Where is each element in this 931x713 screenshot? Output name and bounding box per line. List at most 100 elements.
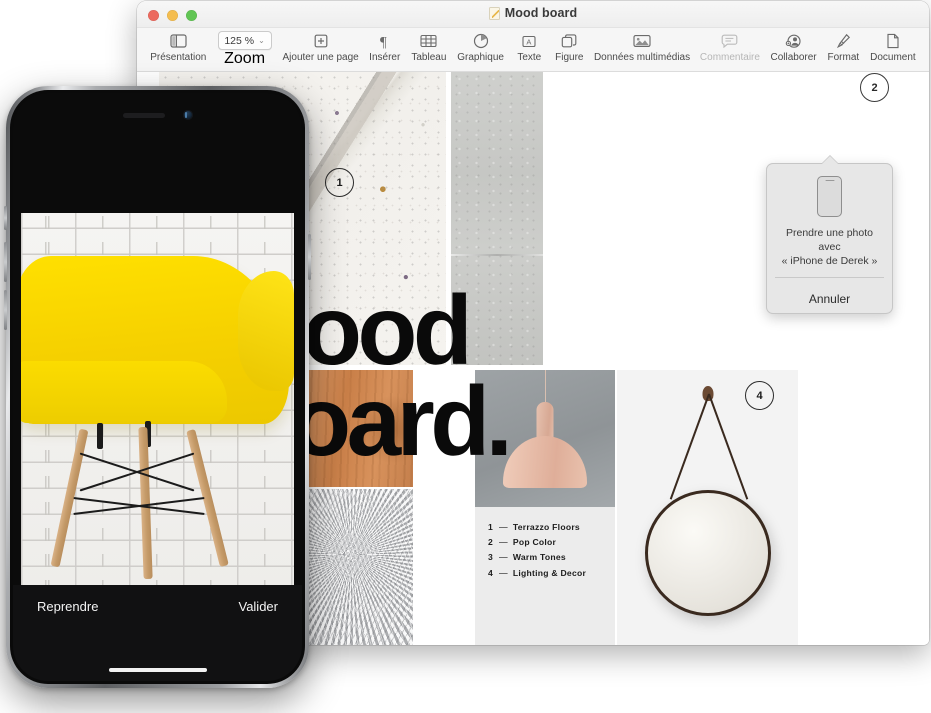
legend-item: 3 — Warm Tones	[488, 552, 586, 562]
toolbar-label-format: Format	[827, 52, 860, 63]
toolbar-item-table[interactable]: Tableau	[406, 30, 452, 63]
toolbar-item-add-page[interactable]: Ajouter une page	[278, 30, 364, 63]
speaker-grille-icon	[122, 112, 165, 118]
legend-dash: —	[499, 522, 508, 532]
screenshot-root: Mood board Présentation 125 % ⌄ Zoom Ajo…	[0, 0, 931, 713]
legend-item: 4 — Lighting & Decor	[488, 568, 586, 578]
chevron-down-icon: ⌄	[258, 35, 265, 45]
home-indicator[interactable]	[108, 667, 207, 672]
legend-dash: —	[499, 567, 508, 578]
callout-badge-2: 2	[860, 73, 889, 102]
iphone-icon	[817, 176, 842, 217]
toolbar-label-document: Document	[870, 52, 916, 63]
iphone-camera-controls: Reprendre Valider	[13, 585, 302, 681]
collaborate-person-icon	[785, 31, 802, 51]
wood-grain-photo[interactable]	[295, 370, 413, 487]
yellow-eames-chair-photo[interactable]	[21, 213, 294, 593]
mirror-strap-left	[707, 393, 748, 500]
toolbar-item-collaborate[interactable]: Collaborer	[765, 30, 822, 63]
iphone-device: Reprendre Valider	[4, 86, 311, 688]
pilcrow-icon: ¶	[378, 31, 392, 51]
lamp-legend-card[interactable]: 1 — Terrazzo Floors 2 — Pop Color 3 — Wa…	[475, 370, 615, 645]
toolbar-label-zoom: Zoom	[224, 50, 266, 67]
table-icon	[420, 31, 437, 51]
toolbar-item-media[interactable]: Données multimédias	[589, 30, 694, 63]
zoom-dropdown[interactable]: 125 % ⌄	[217, 31, 272, 50]
toolbar-label-add-page: Ajouter une page	[282, 52, 359, 63]
callout-badge-1: 1	[325, 168, 354, 197]
legend-dash: —	[499, 552, 508, 563]
legend-item: 2 — Pop Color	[488, 537, 586, 547]
svg-text:¶: ¶	[380, 35, 387, 50]
legend-number: 4	[488, 567, 494, 578]
iphone-screen[interactable]: Reprendre Valider	[13, 93, 302, 681]
legend-label: Pop Color	[512, 537, 557, 548]
zoom-value: 125 %	[224, 34, 255, 47]
popover-divider	[775, 276, 884, 278]
toolbar-label-comment: Commentaire	[699, 52, 760, 63]
legend-dash: —	[499, 537, 508, 548]
mirror-glass	[644, 490, 771, 616]
shape-icon	[561, 31, 577, 51]
comment-icon	[721, 31, 738, 51]
legend-label: Warm Tones	[512, 552, 566, 563]
round-strap-mirror-photo[interactable]	[617, 370, 798, 645]
popover-arrow	[820, 156, 839, 165]
toolbar-label-table: Tableau	[411, 52, 447, 63]
main-toolbar: Présentation 125 % ⌄ Zoom Ajouter une pa…	[137, 28, 929, 72]
window-title: Mood board	[504, 6, 578, 20]
media-image-icon	[633, 31, 651, 51]
toolbar-item-chart[interactable]: Graphique	[452, 30, 509, 63]
camera-action-row: Reprendre Valider	[13, 599, 302, 614]
confirm-button[interactable]: Valider	[238, 599, 278, 614]
callout-badge-4: 4	[745, 381, 774, 410]
concrete-wall-photo[interactable]	[451, 72, 543, 365]
chair-seat	[21, 361, 227, 423]
retake-button[interactable]: Reprendre	[37, 599, 98, 614]
window-title-group: Mood board	[137, 6, 929, 20]
iphone-mute-switch[interactable]	[4, 206, 7, 230]
toolbar-item-text[interactable]: A Texte	[509, 30, 549, 63]
legend-number: 3	[488, 552, 494, 563]
popover-message: Prendre une photo avec « iPhone de Derek…	[775, 226, 884, 269]
text-box-icon: A	[521, 31, 537, 51]
mirror-strap-right	[669, 393, 710, 500]
lamp-cord	[545, 370, 546, 404]
legend-number: 1	[488, 522, 494, 532]
grey-fur-rug-photo[interactable]	[295, 489, 413, 645]
toolbar-item-zoom[interactable]: 125 % ⌄ Zoom	[212, 30, 278, 68]
chart-pie-icon	[473, 31, 489, 51]
window-titlebar[interactable]: Mood board	[137, 1, 929, 28]
chair-wire-post	[97, 423, 103, 449]
toolbar-item-comment[interactable]: Commentaire	[695, 30, 765, 63]
toolbar-item-insert[interactable]: ¶ Insérer	[364, 30, 406, 64]
sidebar-view-icon	[170, 31, 187, 51]
toolbar-item-document[interactable]: Document	[865, 30, 921, 63]
pink-pendant-lamp-photo	[475, 370, 615, 507]
chair-armrest	[238, 271, 294, 391]
iphone-volume-down[interactable]	[4, 290, 7, 330]
legend-label: Lighting & Decor	[512, 567, 587, 578]
toolbar-label-collaborate: Collaborer	[770, 52, 817, 63]
iphone-volume-up[interactable]	[4, 242, 7, 282]
iphone-side-button[interactable]	[308, 234, 311, 280]
moodboard-legend-list: 1 — Terrazzo Floors 2 — Pop Color 3 — Wa…	[488, 522, 586, 583]
legend-number: 2	[488, 537, 494, 548]
popover-message-line-2: « iPhone de Derek »	[781, 255, 878, 268]
add-page-icon	[314, 31, 328, 51]
toolbar-item-format[interactable]: Format	[822, 30, 865, 63]
toolbar-label-insert: Insérer	[369, 52, 401, 63]
cancel-button[interactable]: Annuler	[767, 286, 892, 313]
toolbar-label-media: Données multimédias	[593, 52, 691, 63]
continuity-camera-popover: Prendre une photo avec « iPhone de Derek…	[766, 156, 893, 315]
toolbar-item-presentation[interactable]: Présentation	[145, 30, 212, 63]
popover-message-line-1: Prendre une photo avec	[786, 227, 873, 254]
toolbar-item-shape[interactable]: Figure	[549, 30, 589, 63]
svg-text:A: A	[527, 37, 532, 46]
legend-label: Terrazzo Floors	[512, 522, 580, 532]
lamp-shade	[503, 436, 587, 488]
popover-body: Prendre une photo avec « iPhone de Derek…	[767, 164, 892, 286]
legend-item: 1 — Terrazzo Floors	[488, 522, 586, 532]
iphone-bezel: Reprendre Valider	[10, 90, 305, 684]
format-brush-icon	[835, 31, 851, 51]
